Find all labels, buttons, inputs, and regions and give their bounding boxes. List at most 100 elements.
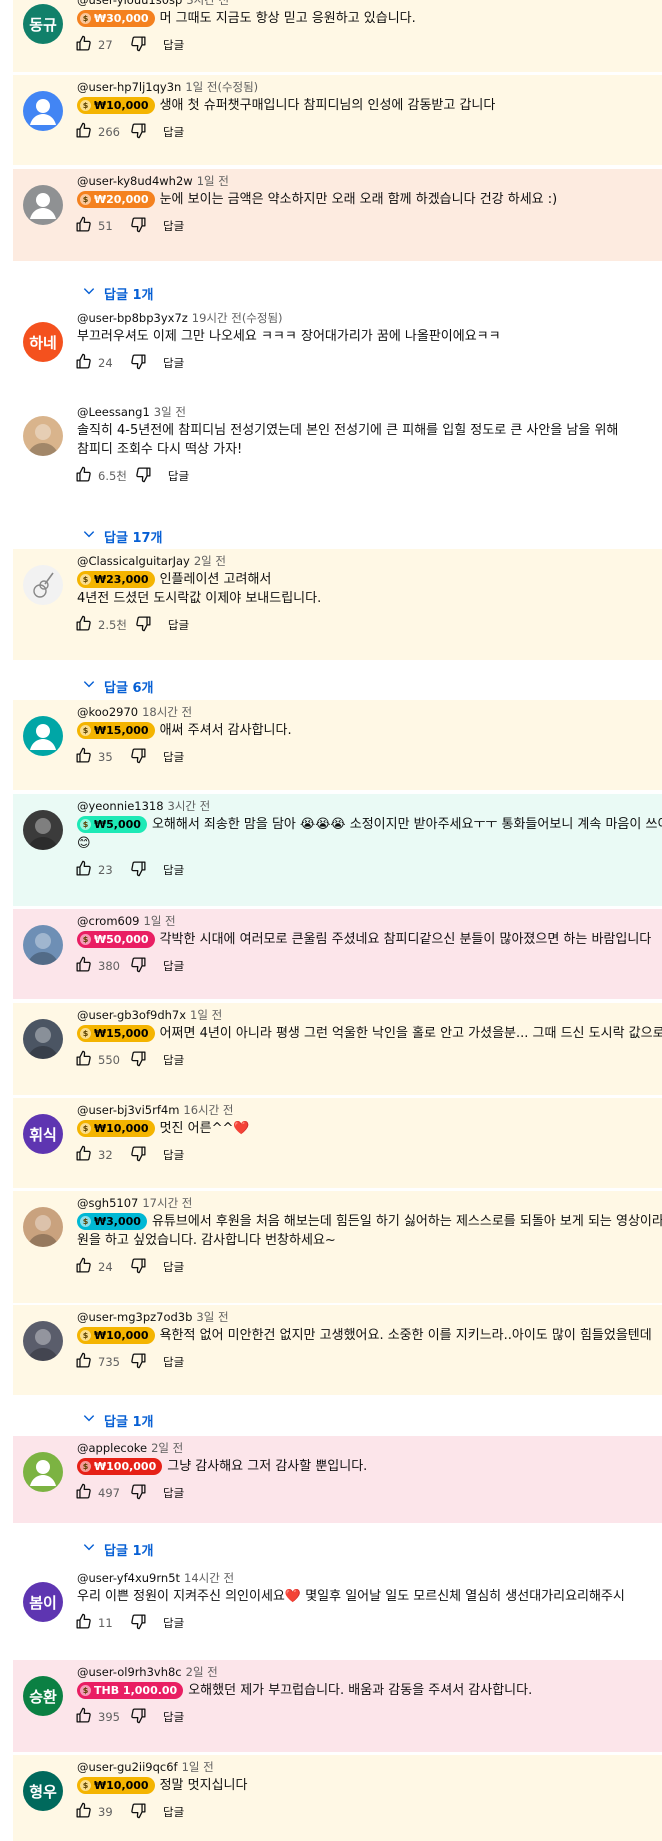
like-button[interactable] [75, 1050, 92, 1070]
dislike-button[interactable] [135, 615, 152, 635]
comment-timestamp[interactable]: 19시간 전(수정됨) [192, 311, 283, 325]
like-button[interactable] [75, 216, 92, 236]
reply-button[interactable]: 답글 [163, 1709, 184, 1725]
comment-timestamp[interactable]: 1일 전(수정됨) [185, 80, 258, 94]
dislike-button[interactable] [130, 35, 147, 55]
avatar[interactable] [23, 716, 63, 756]
reply-button[interactable]: 답글 [163, 1804, 184, 1820]
like-button[interactable] [75, 353, 92, 373]
author-handle[interactable]: @crom609 [77, 914, 140, 928]
avatar[interactable] [23, 1207, 63, 1247]
dislike-button[interactable] [130, 1483, 147, 1503]
comment-timestamp[interactable]: 16시간 전 [183, 1103, 233, 1117]
avatar[interactable]: 휘식 [23, 1114, 63, 1154]
view-replies-button[interactable]: 답글 6개 [82, 676, 153, 696]
dislike-button[interactable] [130, 1802, 147, 1822]
author-handle[interactable]: @user-mg3pz7od3b [77, 1310, 192, 1324]
dislike-button[interactable] [130, 1707, 147, 1727]
avatar[interactable] [23, 91, 63, 131]
avatar[interactable] [23, 1019, 63, 1059]
author-handle[interactable]: @ClassicalguitarJay [77, 554, 190, 568]
comment-timestamp[interactable]: 1일 전 [182, 1760, 214, 1774]
like-button[interactable] [75, 1145, 92, 1165]
avatar[interactable]: 하네 [23, 322, 63, 362]
reply-button[interactable]: 답글 [163, 1354, 184, 1370]
like-button[interactable] [75, 615, 92, 635]
like-button[interactable] [75, 1483, 92, 1503]
comment-timestamp[interactable]: 2일 전 [194, 554, 226, 568]
reply-button[interactable]: 답글 [163, 124, 184, 140]
avatar[interactable] [23, 925, 63, 965]
author-handle[interactable]: @user-yiouu1s0sp [77, 0, 182, 7]
avatar[interactable] [23, 565, 63, 605]
like-button[interactable] [75, 1613, 92, 1633]
like-button[interactable] [75, 466, 92, 486]
reply-button[interactable]: 답글 [163, 958, 184, 974]
avatar[interactable] [23, 1321, 63, 1361]
reply-button[interactable]: 답글 [163, 749, 184, 765]
author-handle[interactable]: @koo2970 [77, 705, 138, 719]
comment-timestamp[interactable]: 17시간 전 [142, 1196, 192, 1210]
author-handle[interactable]: @user-ol9rh3vh8c [77, 1665, 182, 1679]
dislike-button[interactable] [130, 1613, 147, 1633]
avatar[interactable]: 봄이 [23, 1582, 63, 1622]
dislike-button[interactable] [130, 860, 147, 880]
avatar[interactable] [23, 416, 63, 456]
avatar[interactable] [23, 810, 63, 850]
dislike-button[interactable] [130, 1050, 147, 1070]
author-handle[interactable]: @user-gb3of9dh7x [77, 1008, 186, 1022]
comment-timestamp[interactable]: 1일 전 [144, 914, 176, 928]
reply-button[interactable]: 답글 [163, 218, 184, 234]
like-button[interactable] [75, 1352, 92, 1372]
view-replies-button[interactable]: 답글 1개 [82, 283, 153, 303]
comment-timestamp[interactable]: 2일 전 [151, 1441, 183, 1455]
dislike-button[interactable] [130, 353, 147, 373]
dislike-button[interactable] [130, 747, 147, 767]
comment-timestamp[interactable]: 1일 전 [197, 174, 229, 188]
author-handle[interactable]: @user-gu2ii9qc6f [77, 1760, 178, 1774]
reply-button[interactable]: 답글 [163, 1615, 184, 1631]
view-replies-button[interactable]: 답글 17개 [82, 526, 163, 546]
dislike-button[interactable] [130, 216, 147, 236]
view-replies-button[interactable]: 답글 1개 [82, 1539, 153, 1559]
like-button[interactable] [75, 122, 92, 142]
dislike-button[interactable] [130, 122, 147, 142]
dislike-button[interactable] [135, 466, 152, 486]
author-handle[interactable]: @user-bp8bp3yx7z [77, 311, 188, 325]
like-button[interactable] [75, 860, 92, 880]
author-handle[interactable]: @applecoke [77, 1441, 147, 1455]
reply-button[interactable]: 답글 [168, 468, 189, 484]
author-handle[interactable]: @yeonnie1318 [77, 799, 164, 813]
like-button[interactable] [75, 1802, 92, 1822]
reply-button[interactable]: 답글 [168, 617, 189, 633]
dislike-button[interactable] [130, 1352, 147, 1372]
like-button[interactable] [75, 1707, 92, 1727]
reply-button[interactable]: 답글 [163, 355, 184, 371]
dislike-button[interactable] [130, 1257, 147, 1277]
view-replies-button[interactable]: 답글 1개 [82, 1410, 153, 1430]
dislike-button[interactable] [130, 1145, 147, 1165]
comment-timestamp[interactable]: 2일 전 [186, 1665, 218, 1679]
author-handle[interactable]: @Leessang1 [77, 405, 150, 419]
author-handle[interactable]: @user-hp7lj1qy3n [77, 80, 181, 94]
reply-button[interactable]: 답글 [163, 862, 184, 878]
like-button[interactable] [75, 35, 92, 55]
reply-button[interactable]: 답글 [163, 1485, 184, 1501]
author-handle[interactable]: @user-bj3vi5rf4m [77, 1103, 179, 1117]
like-button[interactable] [75, 956, 92, 976]
reply-button[interactable]: 답글 [163, 1147, 184, 1163]
avatar[interactable]: 승환 [23, 1676, 63, 1716]
comment-timestamp[interactable]: 3일 전 [196, 1310, 228, 1324]
comment-timestamp[interactable]: 3시간 전 [168, 799, 211, 813]
avatar[interactable] [23, 185, 63, 225]
comment-timestamp[interactable]: 3일 전 [154, 405, 186, 419]
comment-timestamp[interactable]: 18시간 전 [142, 705, 192, 719]
author-handle[interactable]: @user-yf4xu9rn5t [77, 1571, 180, 1585]
dislike-button[interactable] [130, 956, 147, 976]
reply-button[interactable]: 답글 [163, 1259, 184, 1275]
avatar[interactable]: 형우 [23, 1771, 63, 1811]
like-button[interactable] [75, 1257, 92, 1277]
avatar[interactable]: 동규 [23, 4, 63, 44]
like-button[interactable] [75, 747, 92, 767]
comment-timestamp[interactable]: 3시간 전 [186, 0, 229, 7]
